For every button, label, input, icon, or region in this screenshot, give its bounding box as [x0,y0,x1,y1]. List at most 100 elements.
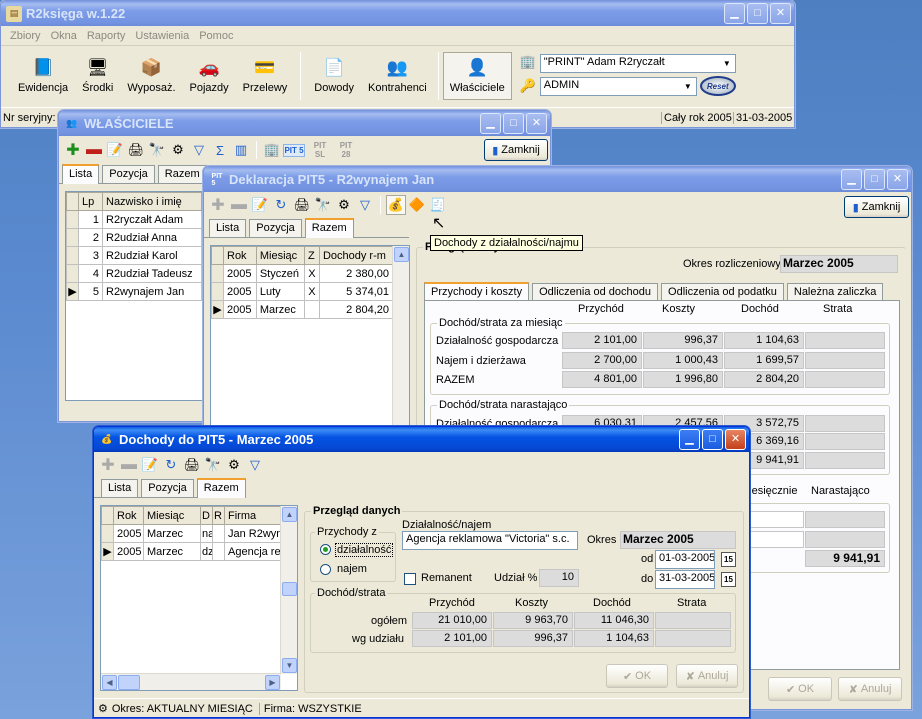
owners-grid[interactable]: Lp Nazwisko i imię 1 R2ryczałt Adam 2 R2ud… [65,191,203,401]
declaration-title-bar[interactable]: PIT 5 Deklaracja PIT5 - R2wynajem Jan ▁ □… [204,167,911,192]
close-button[interactable]: ✕ [526,113,547,134]
radio-dzialalnosc[interactable] [320,544,331,555]
table-row[interactable]: 2005Marzecna Jan R2wyn [101,524,281,543]
tab-razem[interactable]: Razem [157,165,207,183]
tab-razem[interactable]: Razem [196,478,246,498]
scroll-thumb[interactable] [282,582,297,596]
col-z[interactable]: Z [303,246,320,265]
tab-pozycja[interactable]: Pozycja [102,165,155,183]
close-button[interactable]: ✕ [770,3,791,24]
col-lp[interactable]: Lp [78,192,103,211]
scroll-right-icon[interactable]: ▶ [265,675,280,690]
od-field[interactable]: 01-03-2005 [655,550,715,569]
wyposazenie-button[interactable]: 📦 Wyposaż. [120,52,182,100]
cancel-button[interactable]: ✘ Anuluj [838,677,902,701]
col-dochody[interactable]: Dochody r-m [318,246,394,265]
pitsl-button[interactable]: PIT SL [309,141,331,159]
owners-close-button[interactable]: ▮ Zamknij [484,139,548,161]
hscroll-thumb[interactable] [118,675,140,690]
maximize-button[interactable]: □ [864,169,885,190]
minimize-button[interactable]: ▁ [841,169,862,190]
declaration-close-button[interactable]: ▮ Zamknij [844,196,909,218]
company-icon[interactable]: 🏢 [262,140,282,160]
tab-lista[interactable]: Lista [209,219,247,237]
col-r[interactable]: R [212,506,225,525]
user-select[interactable]: ADMIN ▼ [539,77,697,96]
find-icon[interactable]: 🔭 [203,455,223,475]
print-icon[interactable]: 🖨 [182,455,202,475]
delete-icon[interactable]: ▬ [84,140,104,160]
filter-icon[interactable]: ▽ [355,195,375,215]
dowody-button[interactable]: 📄 Dowody [307,52,361,100]
maximize-button[interactable]: □ [503,113,524,134]
table-row[interactable]: ▶ 5 R2wynajem Jan [66,282,202,301]
table-row[interactable]: 4 R2udział Tadeusz [66,264,202,283]
tab-razem[interactable]: Razem [304,218,354,238]
owner-select[interactable]: "PRINT" Adam R2ryczałt ▼ [539,54,736,73]
deductions-icon[interactable]: 🔶 [407,195,427,215]
print-icon[interactable]: 🖨 [126,140,146,160]
col-miesiac[interactable]: Miesiąc [143,506,201,525]
owners-title-bar[interactable]: 👥 WŁAŚCICIELE ▁ □ ✕ [59,111,550,136]
tab-lista[interactable]: Lista [62,164,100,184]
col-rok[interactable]: Rok [113,506,144,525]
ok-button[interactable]: ✔ OK [768,677,832,701]
income-grid[interactable]: Rok Miesiąc D R Firma 2005Marzecna Jan R2… [100,505,298,691]
tab-odliczenia-podatku[interactable]: Odliczenia od podatku [661,283,784,301]
remanent-label[interactable]: Remanent [421,572,472,584]
radio-dzialalnosc-label[interactable]: działalność [335,543,394,557]
wlasciciele-button[interactable]: 👤 Właściciele [442,52,512,100]
radio-najem[interactable] [320,564,331,575]
edit-icon[interactable]: 📝 [250,195,270,215]
table-row[interactable]: 1 R2ryczałt Adam [66,210,202,229]
col-d[interactable]: D [200,506,213,525]
refresh-icon[interactable]: ↻ [161,455,181,475]
przelewy-button[interactable]: 💳 Przelewy [236,52,295,100]
find-icon[interactable]: 🔭 [147,140,167,160]
tab-odliczenia-dochodu[interactable]: Odliczenia od dochodu [532,283,659,301]
filter-icon[interactable]: ▽ [245,455,265,475]
columns-icon[interactable]: ▥ [231,140,251,160]
radio-najem-label[interactable]: najem [337,563,367,575]
menu-pomoc[interactable]: Pomoc [194,30,238,42]
refresh-icon[interactable]: ↻ [271,195,291,215]
minimize-button[interactable]: ▁ [724,3,745,24]
table-row[interactable]: 2 R2udział Anna [66,228,202,247]
pit28-button[interactable]: PIT 28 [335,141,357,159]
col-firma[interactable]: Firma [224,506,281,525]
close-button[interactable]: ✕ [887,169,908,190]
cancel-button[interactable]: ✘ Anuluj [676,664,738,688]
table-row[interactable]: 3 R2udział Karol [66,246,202,265]
ewidencja-button[interactable]: 📘 Ewidencja [11,52,75,100]
pojazdy-button[interactable]: 🚗 Pojazdy [183,52,236,100]
gears-icon[interactable]: ⚙ [224,455,244,475]
tab-lista[interactable]: Lista [101,479,139,497]
income-title-bar[interactable]: 💰 Dochody do PIT5 - Marzec 2005 ▁ □ ✕ [94,427,749,452]
horizontal-scrollbar[interactable]: ◀ ▶ [101,673,281,690]
sum-icon[interactable]: Σ [210,140,230,160]
table-row[interactable]: ▶ 2005 Marzec dz Agencja rel [101,542,281,561]
edit-icon[interactable]: 📝 [140,455,160,475]
add-icon[interactable]: ✚ [63,140,83,160]
tab-nalezna-zaliczka[interactable]: Należna zaliczka [786,283,884,301]
pit5-button[interactable]: PIT 5 [283,143,305,157]
remanent-checkbox[interactable] [404,573,416,585]
scroll-up-icon[interactable]: ▲ [282,507,297,522]
edit-icon[interactable]: 📝 [105,140,125,160]
table-row[interactable]: ▶ 2005 Marzec 2 804,20 [211,300,394,319]
table-row[interactable]: 2005 Styczeń X 2 380,00 [211,264,394,283]
menu-zbiory[interactable]: Zbiory [5,30,46,42]
table-row[interactable]: 2005 Luty X 5 374,01 [211,282,394,301]
tab-pozycja[interactable]: Pozycja [249,219,302,237]
srodki-button[interactable]: 🖥 Środki [75,52,120,100]
do-field[interactable]: 31-03-2005 [655,570,715,589]
filter-icon[interactable]: ▽ [189,140,209,160]
print-icon[interactable]: 🖨 [292,195,312,215]
close-button[interactable]: ✕ [725,429,746,450]
scroll-left-icon[interactable]: ◀ [102,675,117,690]
vertical-scrollbar[interactable]: ▲ ▼ [280,506,297,674]
col-rok[interactable]: Rok [223,246,257,265]
scroll-up-icon[interactable]: ▲ [394,247,409,262]
calendar-icon[interactable]: 15 [721,552,736,567]
gears-icon[interactable]: ⚙ [168,140,188,160]
